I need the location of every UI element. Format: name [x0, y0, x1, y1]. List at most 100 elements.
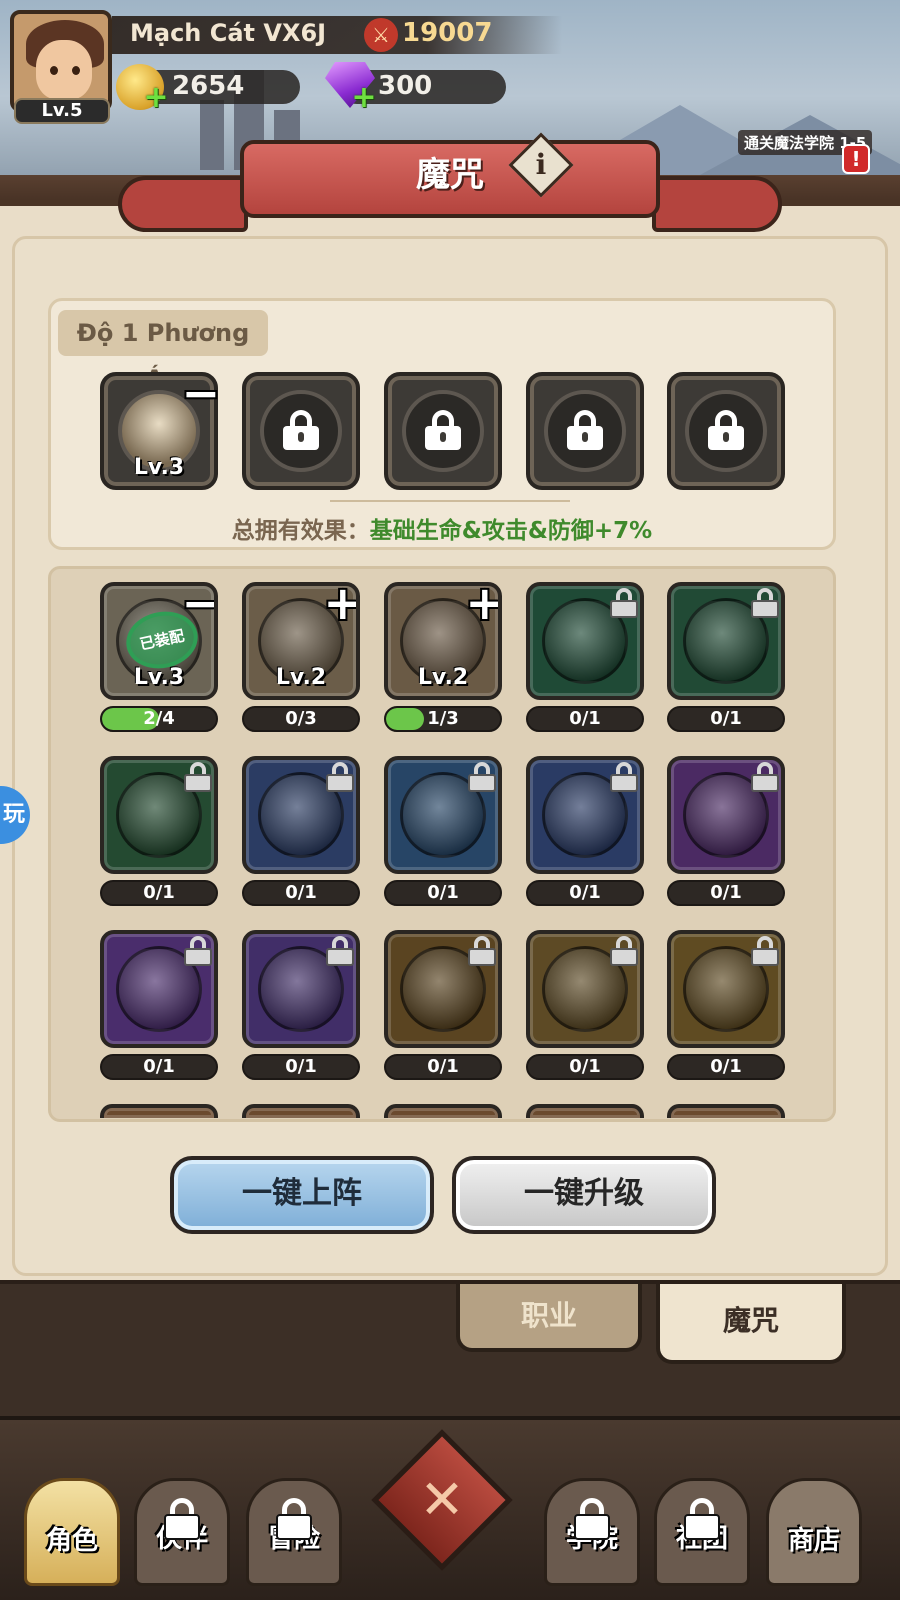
progress-text: 2/4 [143, 708, 175, 729]
progress-text: 0/1 [285, 882, 317, 903]
unequip-icon[interactable]: − [181, 366, 220, 420]
nav-academy[interactable]: 学院 [544, 1458, 640, 1590]
banner-ribbon-left [118, 176, 248, 232]
lock-icon [610, 762, 638, 792]
spell-card-pyramid[interactable] [242, 756, 360, 874]
spell-card-partial[interactable] [384, 1104, 502, 1118]
spell-card-wizard[interactable]: 已装配 Lv.3− [100, 582, 218, 700]
nav-character-label: 角色 [45, 1526, 98, 1556]
effect-label: 总拥有效果： [231, 518, 370, 544]
banner-ribbon-right [652, 176, 782, 232]
progress-text: 0/1 [569, 1056, 601, 1077]
progress-text: 0/1 [427, 1056, 459, 1077]
lock-icon [425, 410, 461, 450]
nav-guild[interactable]: 社团 [654, 1458, 750, 1590]
equip-plus-icon[interactable]: + [465, 586, 498, 630]
lock-icon [751, 762, 779, 792]
auto-upgrade-button[interactable]: 一键升级 [452, 1156, 716, 1234]
spell-card-partial[interactable] [667, 1104, 785, 1118]
progress-text: 0/1 [143, 1056, 175, 1077]
lock-icon [751, 936, 779, 966]
lock-icon [708, 410, 744, 450]
progress-text: 0/1 [710, 882, 742, 903]
spell-progress-bar: 0/1 [667, 706, 785, 732]
spell-card-ice-orb[interactable] [100, 930, 218, 1048]
spell-progress-bar: 0/1 [526, 1054, 644, 1080]
equipped-slot[interactable]: Lv.3 − [100, 366, 220, 490]
preset-selector[interactable]: Độ 1 Phương Án [58, 310, 268, 393]
unequip-minus-icon[interactable]: − [181, 586, 214, 630]
nav-character[interactable]: 角色 [24, 1458, 120, 1590]
spell-progress-bar: 0/1 [526, 706, 644, 732]
locked-slot[interactable] [667, 372, 785, 490]
lock-icon [326, 936, 354, 966]
lock-icon [276, 1498, 312, 1540]
tab-career[interactable]: 职业 [456, 1284, 642, 1352]
spell-card-thorn-vine[interactable] [667, 582, 785, 700]
equip-plus-icon[interactable]: + [323, 586, 356, 630]
lock-icon [567, 410, 603, 450]
spell-card-meteors[interactable] [526, 756, 644, 874]
sword-power-icon: ⚔ [364, 18, 398, 52]
spell-card-phoenix[interactable] [384, 930, 502, 1048]
lock-icon [574, 1498, 610, 1540]
add-gem-icon[interactable]: + [350, 83, 378, 113]
lock-icon [751, 588, 779, 618]
spell-card-green-lightning[interactable] [526, 582, 644, 700]
spell-card-golden-orb[interactable]: Lv.2 + [242, 582, 360, 700]
player-level: Lv.5 [14, 98, 110, 124]
tab-spells[interactable]: 魔咒 [656, 1284, 846, 1364]
alert-badge[interactable]: ! [842, 144, 870, 174]
gold-amount: 2654 [172, 71, 245, 101]
effect-value: 基础生命&攻击&防御+7% [369, 518, 653, 544]
spell-card-fireball[interactable] [100, 756, 218, 874]
spell-card-partial[interactable] [100, 1104, 218, 1118]
spell-level: Lv.2 [275, 665, 327, 690]
spell-progress-bar: 0/1 [384, 1054, 502, 1080]
progress-text: 0/1 [427, 882, 459, 903]
spell-level: Lv.3 [133, 665, 185, 690]
nav-adventure[interactable]: 冒险 [246, 1458, 342, 1590]
auto-equip-button[interactable]: 一键上阵 [170, 1156, 434, 1234]
gem-amount: 300 [378, 71, 433, 101]
spell-progress-bar: 0/3 [242, 706, 360, 732]
spell-card-storm-orb[interactable] [242, 930, 360, 1048]
lock-icon [184, 762, 212, 792]
lock-icon [164, 1498, 200, 1540]
spell-card-firecracker[interactable]: Lv.2 + [384, 582, 502, 700]
spell-card-partial[interactable] [526, 1104, 644, 1118]
info-icon: i [535, 148, 547, 181]
spell-progress-bar: 0/1 [526, 880, 644, 906]
spell-card-lightning-staff[interactable] [667, 756, 785, 874]
spell-card-flower-field[interactable] [526, 930, 644, 1048]
spell-progress-bar: 0/1 [242, 880, 360, 906]
locked-slot[interactable] [526, 372, 644, 490]
spell-progress-bar: 0/1 [667, 880, 785, 906]
locked-slot[interactable] [384, 372, 502, 490]
progress-text: 0/1 [143, 882, 175, 903]
spell-card-golden-shield[interactable] [667, 930, 785, 1048]
divider [330, 500, 570, 502]
spell-card-partial[interactable] [242, 1104, 360, 1118]
lock-icon [684, 1498, 720, 1540]
nav-partner[interactable]: 伙伴 [134, 1458, 230, 1590]
progress-text: 0/1 [710, 708, 742, 729]
panel-title: 魔咒 [416, 155, 484, 195]
progress-text: 0/1 [569, 708, 601, 729]
nav-shop-label: 商店 [787, 1526, 840, 1556]
add-gold-icon[interactable]: + [142, 83, 170, 113]
spell-card-spirit-horse[interactable] [384, 756, 502, 874]
spell-level: Lv.2 [417, 665, 469, 690]
locked-slot[interactable] [242, 372, 360, 490]
lock-icon [610, 936, 638, 966]
progress-text: 0/3 [285, 708, 317, 729]
player-avatar[interactable] [10, 10, 112, 112]
spell-progress-bar: 0/1 [100, 880, 218, 906]
nav-shop[interactable]: 商店 [766, 1458, 862, 1590]
lock-icon [610, 588, 638, 618]
total-effect: 总拥有效果：基础生命&攻击&防御+7% [48, 511, 836, 545]
lock-icon [326, 762, 354, 792]
player-name: Mạch Cát VX6J [130, 19, 327, 47]
progress-text: 0/1 [710, 1056, 742, 1077]
progress-text: 1/3 [427, 708, 459, 729]
